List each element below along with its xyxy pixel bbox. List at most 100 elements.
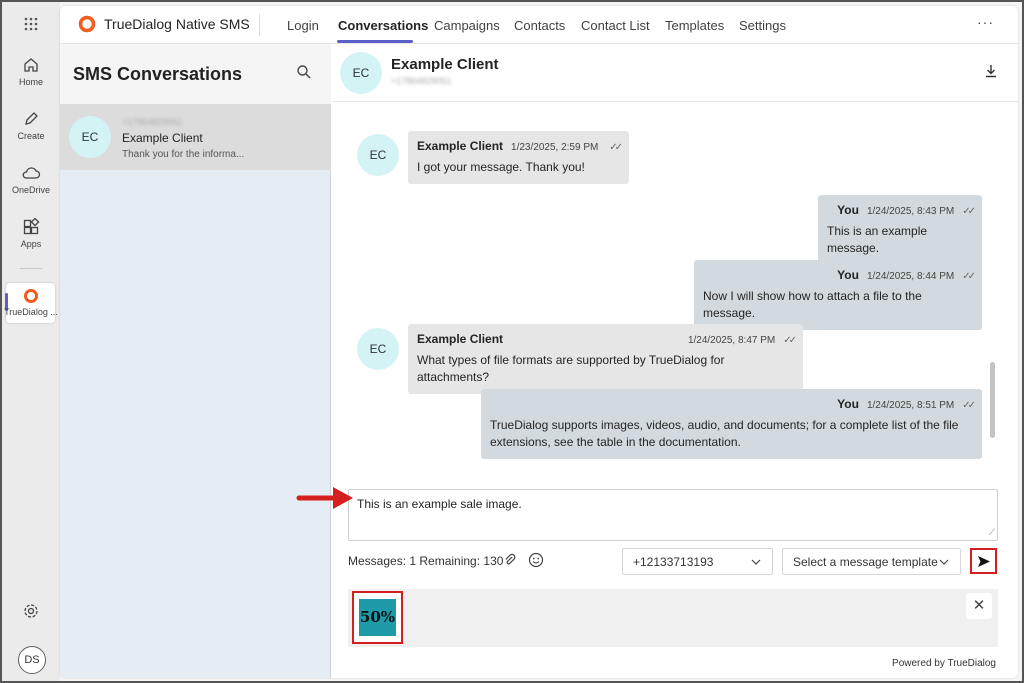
message-bubble: You 1/24/2025, 8:44 PM ✓✓ Now I will show … — [694, 260, 982, 330]
annotation-arrow-icon — [296, 487, 353, 509]
message-sender: You — [837, 268, 859, 282]
rail-item-create[interactable]: Create — [2, 110, 60, 141]
close-icon: ✕ — [972, 597, 986, 614]
message-time: 1/24/2025, 8:47 PM — [687, 335, 776, 346]
app-panel: TrueDialog Native SMS Login Conversation… — [60, 6, 1018, 678]
powered-by-label: Powered by TrueDialog — [892, 658, 996, 669]
app-title: TrueDialog Native SMS — [104, 16, 250, 32]
message-time: 1/24/2025, 8:44 PM — [866, 271, 955, 282]
message-text: Now I will show how to attach a file to … — [703, 289, 922, 320]
template-select-placeholder: Select a message template — [793, 555, 938, 569]
top-bar: TrueDialog Native SMS Login Conversation… — [60, 6, 1018, 44]
rail-label-apps: Apps — [20, 239, 42, 249]
message-sender: You — [837, 397, 859, 411]
conversation-preview: Thank you for the informa... — [122, 149, 245, 160]
from-number-value: +12133713193 — [633, 555, 714, 569]
user-avatar[interactable]: DS — [18, 646, 46, 674]
pencil-icon — [25, 112, 38, 125]
message-input[interactable]: This is an example sale image. ⟋ — [348, 489, 998, 541]
rail-item-home[interactable]: Home — [2, 56, 60, 87]
chat-header: EC Example Client +17864829051 — [332, 44, 1018, 102]
rail-item-truedialog[interactable]: TrueDialog ... — [2, 288, 60, 317]
message-bubble: You 1/24/2025, 8:51 PM ✓✓ TrueDialog suppo… — [481, 389, 982, 459]
rail-item-onedrive[interactable]: OneDrive — [2, 164, 60, 195]
avatar: EC — [69, 116, 111, 158]
message-scrollbar[interactable] — [990, 362, 995, 438]
read-receipt-icon: ✓✓ — [962, 206, 976, 217]
chevron-down-icon — [939, 559, 949, 565]
read-receipt-icon: ✓✓ — [783, 335, 797, 346]
remove-attachment-button[interactable]: ✕ — [966, 593, 992, 619]
conversation-item[interactable]: EC +17864829051 Example Client Thank you… — [60, 104, 331, 170]
rail-label-home: Home — [18, 77, 43, 87]
read-receipt-icon: ✓✓ — [609, 142, 623, 153]
attachment-tray: 50% ✕ — [348, 589, 998, 647]
more-options-button[interactable]: ··· — [977, 14, 994, 30]
rail-label-onedrive: OneDrive — [11, 185, 50, 195]
message-sender: You — [837, 203, 859, 217]
rail-label-truedialog: TrueDialog ... — [4, 307, 58, 317]
sale-image-text: 50% — [359, 608, 396, 626]
message-bubble: Example Client 1/24/2025, 8:47 PM ✓✓ What … — [408, 324, 803, 394]
message-text: I got your message. Thank you! — [417, 160, 585, 174]
message-time: 1/24/2025, 8:43 PM — [866, 206, 955, 217]
message-sender: Example Client — [417, 332, 504, 346]
chat-panel: EC Example Client +17864829051 EC Exampl… — [332, 44, 1018, 678]
settings-icon[interactable] — [2, 602, 60, 623]
chat-contact-name: Example Client — [391, 56, 499, 73]
search-icon[interactable] — [296, 64, 312, 85]
message-list[interactable]: EC Example Client 1/23/2025, 2:59 PM ✓✓ I … — [332, 102, 1018, 476]
message-counter: Messages: 1 Remaining: 130 — [348, 554, 504, 568]
app-launcher-icon[interactable] — [2, 16, 60, 35]
app-rail: Home Create OneDrive Apps TrueDialog ...… — [2, 2, 60, 681]
message-time: 1/24/2025, 8:51 PM — [866, 400, 955, 411]
read-receipt-icon: ✓✓ — [962, 400, 976, 411]
tab-campaigns[interactable]: Campaigns — [434, 18, 500, 33]
tab-contacts[interactable]: Contacts — [514, 18, 565, 33]
cloud-icon — [22, 167, 41, 179]
rail-label-create: Create — [17, 131, 45, 141]
emoji-icon[interactable] — [528, 552, 544, 573]
tab-templates[interactable]: Templates — [665, 18, 724, 33]
conversation-list-title: SMS Conversations — [73, 64, 243, 84]
avatar: EC — [357, 134, 399, 176]
paperclip-icon[interactable] — [503, 553, 517, 572]
message-text: What types of file formats are supported… — [417, 353, 725, 384]
download-icon[interactable] — [984, 64, 998, 83]
message-time: 1/23/2025, 2:59 PM — [511, 142, 599, 153]
avatar: EC — [340, 52, 382, 94]
attachment-thumbnail[interactable]: 50% — [352, 591, 403, 644]
chevron-down-icon — [751, 559, 761, 565]
message-input-value: This is an example sale image. — [357, 497, 522, 511]
conversation-phone: +17864829051 — [122, 117, 183, 127]
home-icon — [24, 58, 38, 72]
apps-icon — [23, 218, 40, 235]
read-receipt-icon: ✓✓ — [962, 271, 976, 282]
sale-image: 50% — [359, 599, 396, 636]
tab-contact-list[interactable]: Contact List — [581, 18, 650, 33]
tab-settings[interactable]: Settings — [739, 18, 786, 33]
avatar: EC — [357, 328, 399, 370]
from-number-select[interactable]: +12133713193 — [622, 548, 773, 575]
conversation-list-panel: SMS Conversations EC +17864829051 Exampl… — [60, 44, 331, 678]
conversation-name: Example Client — [122, 131, 203, 145]
message-text: This is an example message. — [827, 224, 928, 255]
message-bubble: Example Client 1/23/2025, 2:59 PM ✓✓ I got… — [408, 131, 629, 184]
template-select[interactable]: Select a message template — [782, 548, 961, 575]
active-tab-indicator — [337, 40, 413, 43]
send-button[interactable] — [970, 548, 997, 574]
brand-divider — [259, 14, 260, 36]
chat-contact-phone: +17864829051 — [391, 76, 452, 86]
tab-login[interactable]: Login — [287, 18, 319, 33]
message-text: TrueDialog supports images, videos, audi… — [490, 418, 959, 449]
resize-handle-icon[interactable]: ⟋ — [989, 527, 995, 538]
truedialog-logo-icon — [78, 15, 96, 33]
send-icon — [978, 556, 990, 567]
conversation-list-header: SMS Conversations — [60, 44, 331, 104]
rail-divider — [20, 268, 42, 269]
rail-item-apps[interactable]: Apps — [2, 218, 60, 249]
message-sender: Example Client — [417, 139, 504, 153]
tab-conversations[interactable]: Conversations — [338, 18, 428, 33]
brand: TrueDialog Native SMS — [78, 15, 250, 33]
message-bubble: You 1/24/2025, 8:43 PM ✓✓ This is an examp… — [818, 195, 982, 265]
